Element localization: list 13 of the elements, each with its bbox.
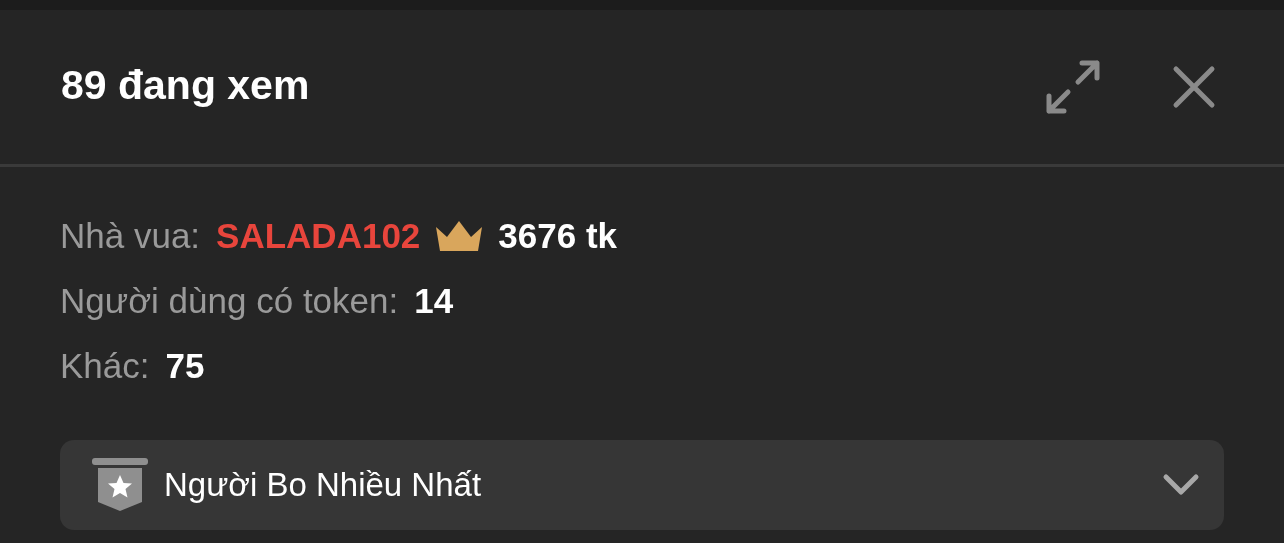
stat-label: Khác: <box>60 345 150 386</box>
token-amount: 3676 tk <box>498 215 618 256</box>
expand-icon[interactable] <box>1044 58 1102 116</box>
stat-value: 75 <box>165 345 205 386</box>
star-badge-icon <box>92 458 148 512</box>
close-icon[interactable] <box>1172 65 1216 109</box>
panel-title: 89 đang xem <box>61 61 310 109</box>
stat-label: Người dùng có token: <box>60 280 399 321</box>
king-label: Nhà vua: <box>60 215 201 256</box>
stat-value: 14 <box>414 280 454 321</box>
caret-icon <box>1162 473 1200 497</box>
top-tippers-dropdown[interactable]: Người Bo Nhiều Nhất <box>60 440 1224 530</box>
king-username: SALADA102 <box>216 215 421 256</box>
